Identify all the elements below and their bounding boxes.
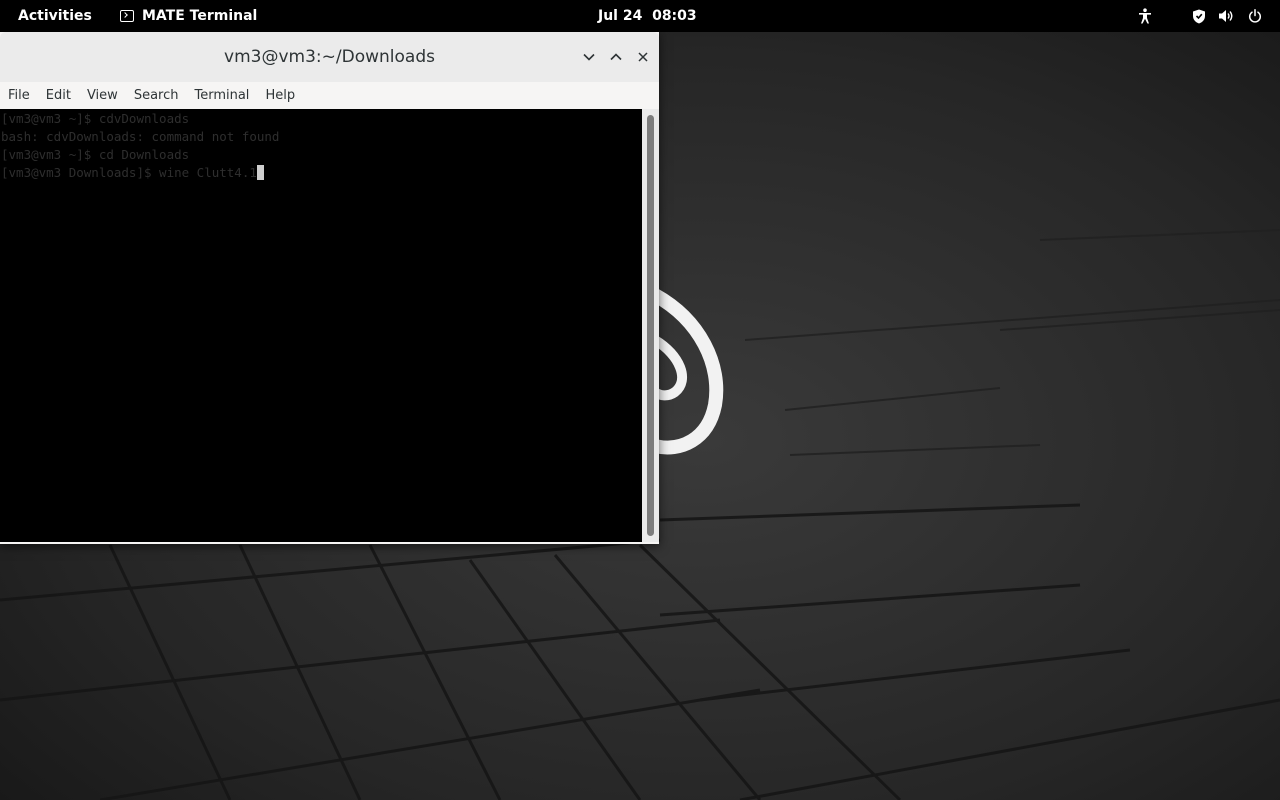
- menu-view[interactable]: View: [79, 82, 126, 109]
- maximize-icon[interactable]: [604, 45, 628, 69]
- terminal-line: [vm3@vm3 ~]$ cd Downloads: [1, 147, 190, 162]
- terminal-cursor: [256, 165, 264, 180]
- window-titlebar[interactable]: vm3@vm3:~/Downloads: [0, 32, 659, 82]
- app-menu-label: MATE Terminal: [142, 8, 258, 24]
- accessibility-icon[interactable]: [1133, 0, 1157, 32]
- terminal-line-current: [vm3@vm3 Downloads]$ wine Clutt4.1: [1, 164, 642, 182]
- minimize-icon[interactable]: [577, 45, 601, 69]
- terminal-output: [vm3@vm3 ~]$ cdvDownloads bash: cdvDownlo…: [0, 109, 642, 182]
- menu-file[interactable]: File: [0, 82, 38, 109]
- menu-terminal[interactable]: Terminal: [186, 82, 257, 109]
- clock-button[interactable]: Jul 24 08:03: [590, 0, 705, 32]
- activities-button[interactable]: Activities: [8, 0, 102, 32]
- terminal-app-icon: [120, 10, 134, 22]
- close-icon[interactable]: [631, 45, 655, 69]
- menu-bar: File Edit View Search Terminal Help: [0, 82, 659, 109]
- power-icon[interactable]: [1243, 0, 1267, 32]
- terminal-screen[interactable]: [vm3@vm3 ~]$ cdvDownloads bash: cdvDownlo…: [0, 109, 642, 542]
- terminal-line: bash: cdvDownloads: command not found: [1, 129, 280, 144]
- top-bar: Activities MATE Terminal Jul 24 08:03: [0, 0, 1280, 32]
- menu-edit[interactable]: Edit: [38, 82, 79, 109]
- volume-icon[interactable]: [1214, 0, 1238, 32]
- terminal-scrollbar[interactable]: [642, 109, 659, 542]
- app-menu-button[interactable]: MATE Terminal: [112, 0, 265, 32]
- terminal-window: vm3@vm3:~/Downloads File Edit View Searc…: [0, 32, 659, 544]
- shield-icon[interactable]: [1187, 0, 1211, 32]
- terminal-line: [vm3@vm3 ~]$ cdvDownloads: [1, 111, 190, 126]
- menu-search[interactable]: Search: [126, 82, 187, 109]
- menu-help[interactable]: Help: [257, 82, 303, 109]
- scrollbar-thumb[interactable]: [647, 115, 654, 536]
- window-title: vm3@vm3:~/Downloads: [224, 47, 435, 67]
- terminal-current-input: [vm3@vm3 Downloads]$ wine Clutt4.1: [1, 165, 257, 180]
